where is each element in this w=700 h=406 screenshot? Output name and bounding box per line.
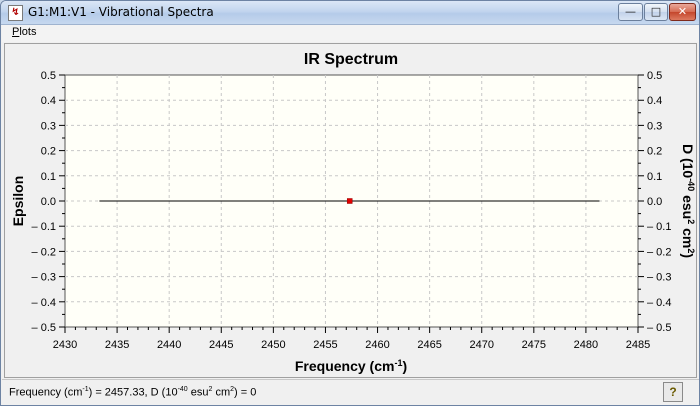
x-tick-label: 2480 — [574, 339, 598, 351]
minimize-button[interactable]: — — [618, 3, 643, 21]
x-tick-label: 2430 — [53, 339, 77, 351]
y-left-tick-label: 0.1 — [41, 171, 56, 183]
y-right-tick-label: – 0.3 — [647, 272, 671, 284]
y-left-tick-label: 0.0 — [41, 196, 56, 208]
y-right-tick-label: – 0.1 — [647, 221, 671, 233]
y-right-tick-label: 0.0 — [647, 196, 662, 208]
title-bar[interactable]: ↯ G1:M1:V1 - Vibrational Spectra — □ ✕ — [1, 1, 699, 25]
y-left-tick-label: 0.4 — [41, 95, 56, 107]
y-left-tick-label: – 0.3 — [32, 272, 56, 284]
x-tick-label: 2435 — [105, 339, 129, 351]
y-right-tick-label: 0.2 — [647, 146, 662, 158]
peak-marker — [346, 198, 353, 204]
menu-bar: Plots — [2, 25, 699, 42]
y-right-tick-label: – 0.2 — [647, 246, 671, 258]
status-readout: Frequency (cm-1) = 2457.33, D (10-40 esu… — [9, 386, 257, 399]
x-axis-label: Frequency (cm-1) — [295, 358, 407, 374]
status-bar: Frequency (cm-1) = 2457.33, D (10-40 esu… — [2, 379, 699, 405]
y-left-tick-label: 0.3 — [41, 120, 56, 132]
y-right-tick-label: 0.5 — [647, 70, 662, 82]
x-tick-label: 2450 — [261, 339, 285, 351]
y-left-tick-label: – 0.5 — [32, 322, 56, 334]
x-tick-label: 2445 — [209, 339, 233, 351]
window-title: G1:M1:V1 - Vibrational Spectra — [28, 5, 214, 19]
x-tick-label: 2475 — [522, 339, 546, 351]
help-icon[interactable]: ? — [663, 382, 683, 402]
close-button[interactable]: ✕ — [669, 3, 696, 21]
ir-spectrum-chart[interactable]: IR Spectrum 2430 2435 2440 2445 2450 2455 2460… — [5, 44, 696, 377]
menu-plots[interactable]: Plots — [12, 26, 36, 38]
vibrational-spectra-window: ↯ G1:M1:V1 - Vibrational Spectra — □ ✕ P… — [0, 0, 700, 406]
y-left-tick-label: – 0.1 — [32, 221, 56, 233]
y-right-tick-label: 0.3 — [647, 120, 662, 132]
spectrum-app-icon[interactable]: ↯ — [8, 5, 23, 21]
y-axis-label: Epsilon — [10, 176, 26, 227]
y-right-tick-label: 0.1 — [647, 171, 662, 183]
maximize-button[interactable]: □ — [644, 3, 668, 21]
y-left-tick-label: 0.5 — [41, 70, 56, 82]
y2-axis-label: D (10-40 esu2 cm2) — [680, 144, 696, 258]
y-left-tick-label: – 0.4 — [32, 297, 56, 309]
x-tick-label: 2485 — [626, 339, 650, 351]
x-tick-label: 2465 — [417, 339, 441, 351]
y-right-tick-label: – 0.4 — [647, 297, 671, 309]
y-left-tick-label: – 0.2 — [32, 246, 56, 258]
x-tick-label: 2455 — [313, 339, 337, 351]
x-tick-label: 2470 — [469, 339, 493, 351]
x-tick-label: 2460 — [365, 339, 389, 351]
y-left-tick-label: 0.2 — [41, 146, 56, 158]
chart-title: IR Spectrum — [304, 51, 398, 68]
x-tick-label: 2440 — [157, 339, 181, 351]
y-right-tick-label: – 0.5 — [647, 322, 671, 334]
y-right-tick-label: 0.4 — [647, 95, 662, 107]
chart-panel: IR Spectrum 2430 2435 2440 2445 2450 2455 2460… — [4, 43, 697, 378]
